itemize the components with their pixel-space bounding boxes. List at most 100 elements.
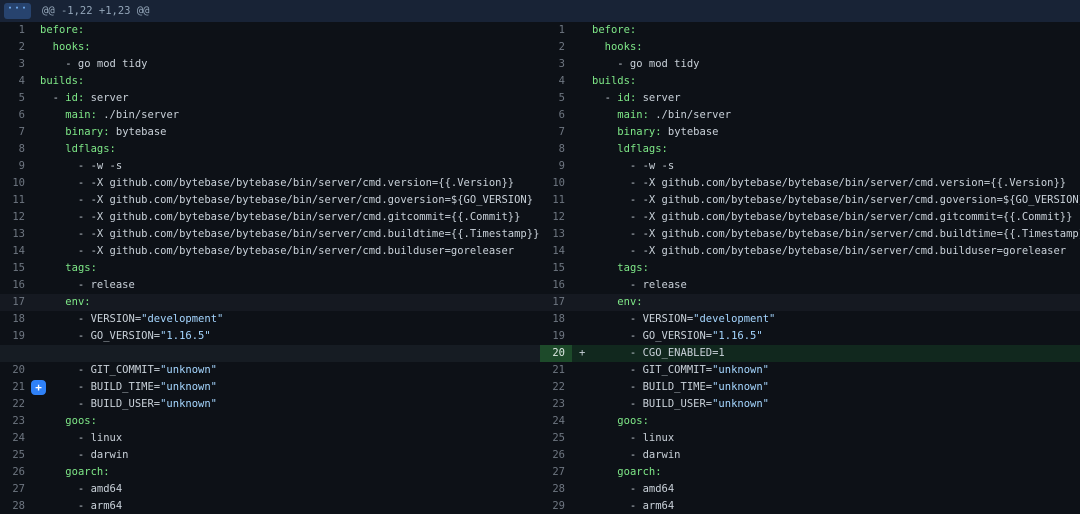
right-code-line: hooks:	[572, 39, 1080, 56]
right-line-number[interactable]: 24	[540, 413, 572, 430]
left-line-number[interactable]: 7	[0, 124, 32, 141]
code-text: server	[84, 92, 128, 104]
left-line-number[interactable]: 17	[0, 294, 32, 311]
code-text: - VERSION=	[592, 313, 693, 325]
right-line-number[interactable]: 2	[540, 39, 572, 56]
code-text	[592, 466, 617, 478]
right-line-number[interactable]: 16	[540, 277, 572, 294]
left-line-number[interactable]: 27	[0, 481, 32, 498]
right-line-number[interactable]: 19	[540, 328, 572, 345]
right-line-number[interactable]: 15	[540, 260, 572, 277]
left-line-number[interactable]: 14	[0, 243, 32, 260]
left-line-number[interactable]: 6	[0, 107, 32, 124]
left-line-number[interactable]: 11	[0, 192, 32, 209]
left-line-number[interactable]: 24	[0, 430, 32, 447]
left-line-number[interactable]: 3	[0, 56, 32, 73]
right-code-line: - id: server	[572, 90, 1080, 107]
right-line-number[interactable]: 20	[540, 345, 572, 362]
code-text: - -X github.com/bytebase/bytebase/bin/se…	[592, 194, 1080, 206]
right-line-number[interactable]: 28	[540, 481, 572, 498]
right-line-number[interactable]: 11	[540, 192, 572, 209]
yaml-key: builds:	[40, 75, 84, 87]
right-line-number[interactable]: 3	[540, 56, 572, 73]
code-text	[40, 41, 53, 53]
code-text	[592, 41, 605, 53]
left-line-number[interactable]: 20	[0, 362, 32, 379]
right-line-number[interactable]: 29	[540, 498, 572, 514]
right-code-line: - -w -s	[572, 158, 1080, 175]
right-line-number[interactable]: 4	[540, 73, 572, 90]
code-text: - GIT_COMMIT=	[592, 364, 712, 376]
right-line-number[interactable]: 10	[540, 175, 572, 192]
right-line-number[interactable]: 21	[540, 362, 572, 379]
diff-row: 23 goos:24 goos:	[0, 413, 1080, 430]
left-line-number[interactable]: 22	[0, 396, 32, 413]
left-line-number[interactable]: 15	[0, 260, 32, 277]
right-line-number[interactable]: 26	[540, 447, 572, 464]
yaml-key: main:	[65, 109, 97, 121]
right-line-number[interactable]: 8	[540, 141, 572, 158]
left-line-number[interactable]: 23	[0, 413, 32, 430]
left-line-number[interactable]: 10	[0, 175, 32, 192]
diff-row: 5 - id: server5 - id: server	[0, 90, 1080, 107]
left-line-number[interactable]: 12	[0, 209, 32, 226]
left-line-number[interactable]: 26	[0, 464, 32, 481]
left-line-number[interactable]: 28	[0, 498, 32, 514]
right-code-line: - amd64	[572, 481, 1080, 498]
hunk-header: ··· @@ -1,22 +1,23 @@	[0, 0, 1080, 22]
left-line-number[interactable]: 19	[0, 328, 32, 345]
diff-row: 20+ - CGO_ENABLED=1	[0, 345, 1080, 362]
right-line-number[interactable]: 5	[540, 90, 572, 107]
right-line-number[interactable]: 22	[540, 379, 572, 396]
right-line-number[interactable]: 17	[540, 294, 572, 311]
code-text: - -X github.com/bytebase/bytebase/bin/se…	[40, 194, 533, 206]
code-text	[40, 109, 65, 121]
right-line-number[interactable]: 6	[540, 107, 572, 124]
left-code-line: - arm64	[32, 498, 540, 514]
code-text: - go mod tidy	[40, 58, 147, 70]
code-text: - -X github.com/bytebase/bytebase/bin/se…	[592, 177, 1066, 189]
left-line-number[interactable]: 8	[0, 141, 32, 158]
right-code-line: - arm64	[572, 498, 1080, 514]
diff-row: 3 - go mod tidy3 - go mod tidy	[0, 56, 1080, 73]
left-line-number[interactable]: 25	[0, 447, 32, 464]
left-code-line: - linux	[32, 430, 540, 447]
expand-diff-button[interactable]: ···	[4, 3, 31, 19]
left-line-number[interactable]: 4	[0, 73, 32, 90]
diff-row: 14 - -X github.com/bytebase/bytebase/bin…	[0, 243, 1080, 260]
right-code-line: - GO_VERSION="1.16.5"	[572, 328, 1080, 345]
left-line-number[interactable]: 1	[0, 22, 32, 39]
right-line-number[interactable]: 12	[540, 209, 572, 226]
right-code-line: ldflags:	[572, 141, 1080, 158]
right-line-number[interactable]: 14	[540, 243, 572, 260]
left-code-line: builds:	[32, 73, 540, 90]
right-line-number[interactable]: 1	[540, 22, 572, 39]
diff-row: 26 goarch:27 goarch:	[0, 464, 1080, 481]
right-line-number[interactable]: 13	[540, 226, 572, 243]
right-line-number[interactable]: 18	[540, 311, 572, 328]
right-line-number[interactable]: 27	[540, 464, 572, 481]
left-line-number[interactable]: 5	[0, 90, 32, 107]
yaml-key: hooks:	[53, 41, 91, 53]
left-line-number[interactable]: 16	[0, 277, 32, 294]
right-line-number[interactable]: 7	[540, 124, 572, 141]
diff-row: 8 ldflags:8 ldflags:	[0, 141, 1080, 158]
right-line-number[interactable]: 23	[540, 396, 572, 413]
left-line-number[interactable]: 13	[0, 226, 32, 243]
right-line-number[interactable]: 9	[540, 158, 572, 175]
code-text: - amd64	[40, 483, 122, 495]
yaml-string: "unknown"	[712, 381, 769, 393]
left-line-number[interactable]: 18	[0, 311, 32, 328]
right-line-number[interactable]: 25	[540, 430, 572, 447]
code-text: bytebase	[110, 126, 167, 138]
code-text	[592, 109, 617, 121]
diff-rows: 1before:1before:2 hooks:2 hooks:3 - go m…	[0, 22, 1080, 514]
left-line-number[interactable]: 9	[0, 158, 32, 175]
left-line-number[interactable]: 21+	[0, 379, 32, 396]
code-text: - darwin	[40, 449, 129, 461]
code-text: - -X github.com/bytebase/bytebase/bin/se…	[592, 245, 1066, 257]
yaml-key: id:	[617, 92, 636, 104]
yaml-string: "1.16.5"	[712, 330, 763, 342]
add-comment-button[interactable]: +	[31, 380, 46, 395]
left-line-number[interactable]: 2	[0, 39, 32, 56]
